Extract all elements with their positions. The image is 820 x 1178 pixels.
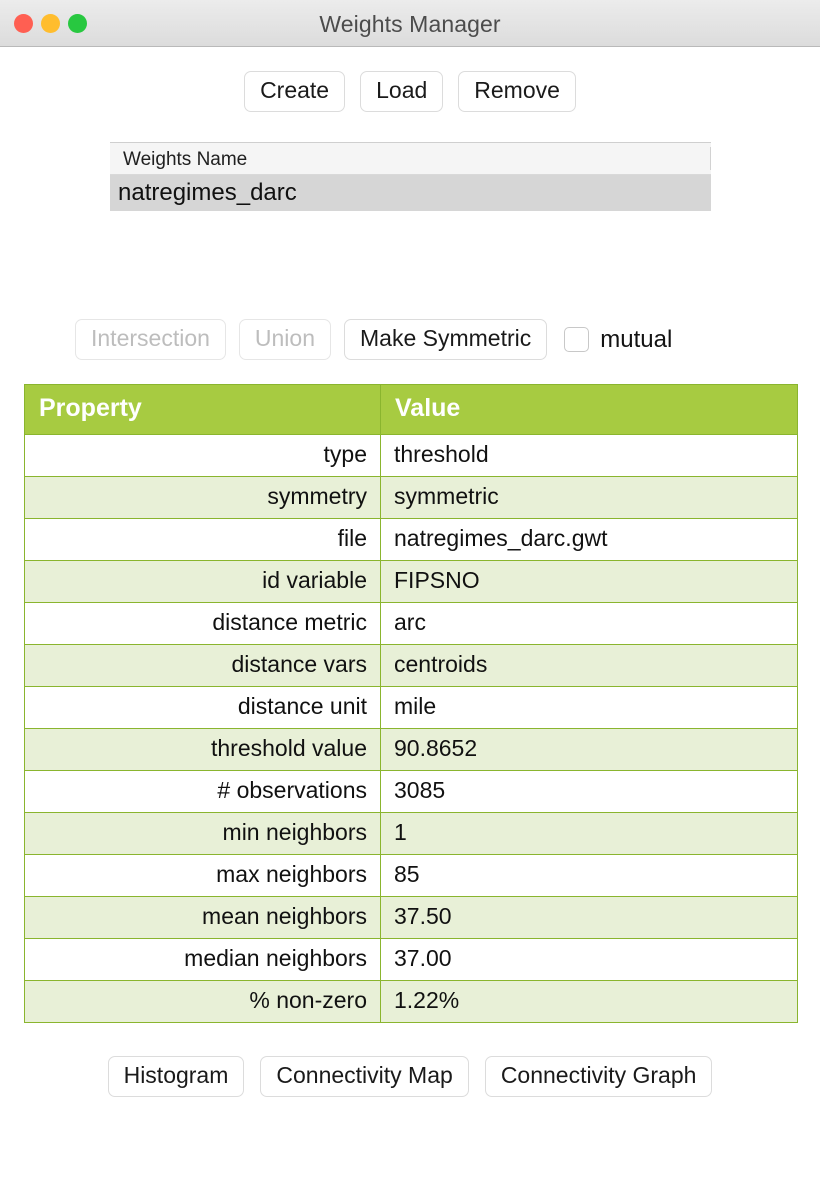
- mutual-checkbox[interactable]: [564, 327, 590, 353]
- remove-button[interactable]: Remove: [458, 71, 576, 113]
- property-name-cell: file: [24, 518, 381, 562]
- property-name-cell: id variable: [24, 560, 381, 604]
- weights-properties-table: Property Value type threshold symmetry symm…: [24, 384, 798, 1024]
- property-value-cell: symmetric: [380, 476, 798, 520]
- intersection-button[interactable]: Intersection: [75, 319, 226, 361]
- table-row[interactable]: median neighbors 37.00: [24, 938, 798, 982]
- property-name-cell: distance vars: [24, 644, 381, 688]
- mutual-checkbox-group[interactable]: mutual: [564, 326, 672, 354]
- property-name-cell: min neighbors: [24, 812, 381, 856]
- weights-list-item-natregimes-darc[interactable]: natregimes_darc: [110, 175, 711, 212]
- table-row[interactable]: distance unit mile: [24, 686, 798, 730]
- property-value-cell: 85: [380, 854, 798, 898]
- set-operations-toolbar: Intersection Union Make Symmetric mutual: [0, 319, 820, 361]
- property-value-cell: mile: [380, 686, 798, 730]
- property-value-cell: 37.00: [380, 938, 798, 982]
- table-row[interactable]: % non-zero 1.22%: [24, 980, 798, 1024]
- table-row[interactable]: threshold value 90.8652: [24, 728, 798, 772]
- weights-list: Weights Name natregimes_darc: [110, 142, 711, 212]
- value-column-header[interactable]: Value: [380, 384, 798, 436]
- table-row[interactable]: distance metric arc: [24, 602, 798, 646]
- table-row[interactable]: id variable FIPSNO: [24, 560, 798, 604]
- union-button[interactable]: Union: [238, 319, 332, 361]
- property-value-cell: 37.50: [380, 896, 798, 940]
- table-row[interactable]: mean neighbors 37.50: [24, 896, 798, 940]
- property-name-cell: mean neighbors: [24, 896, 381, 940]
- table-row[interactable]: distance vars centroids: [24, 644, 798, 688]
- table-row[interactable]: file natregimes_darc.gwt: [24, 518, 798, 562]
- table-row[interactable]: max neighbors 85: [24, 854, 798, 898]
- property-name-cell: threshold value: [24, 728, 381, 772]
- property-value-cell: 90.8652: [380, 728, 798, 772]
- property-value-cell: threshold: [380, 434, 798, 478]
- property-value-cell: 3085: [380, 770, 798, 814]
- weights-actions-toolbar: Create Load Remove: [0, 71, 820, 113]
- visualization-toolbar: Histogram Connectivity Map Connectivity …: [0, 1056, 820, 1098]
- property-name-cell: % non-zero: [24, 980, 381, 1024]
- property-name-cell: median neighbors: [24, 938, 381, 982]
- connectivity-graph-button[interactable]: Connectivity Graph: [484, 1056, 713, 1098]
- weights-list-item-label: natregimes_darc: [118, 179, 297, 207]
- weights-list-header[interactable]: Weights Name: [110, 142, 711, 176]
- make-symmetric-button[interactable]: Make Symmetric: [344, 319, 548, 361]
- column-divider: [710, 147, 711, 171]
- properties-header-row: Property Value: [24, 384, 798, 436]
- histogram-button[interactable]: Histogram: [107, 1056, 245, 1098]
- table-row[interactable]: # observations 3085: [24, 770, 798, 814]
- connectivity-map-button[interactable]: Connectivity Map: [260, 1056, 469, 1098]
- property-value-cell: arc: [380, 602, 798, 646]
- property-value-cell: FIPSNO: [380, 560, 798, 604]
- load-button[interactable]: Load: [360, 71, 444, 113]
- property-value-cell: natregimes_darc.gwt: [380, 518, 798, 562]
- properties-table-head: Property Value: [24, 384, 798, 436]
- properties-table-body: type threshold symmetry symmetric file natreg…: [24, 434, 798, 1024]
- table-row[interactable]: symmetry symmetric: [24, 476, 798, 520]
- weights-name-column-header: Weights Name: [123, 149, 248, 171]
- property-name-cell: symmetry: [24, 476, 381, 520]
- property-name-cell: distance unit: [24, 686, 381, 730]
- property-value-cell: 1.22%: [380, 980, 798, 1024]
- property-name-cell: distance metric: [24, 602, 381, 646]
- property-name-cell: # observations: [24, 770, 381, 814]
- window-title: Weights Manager: [319, 11, 501, 37]
- property-value-cell: 1: [380, 812, 798, 856]
- table-row[interactable]: type threshold: [24, 434, 798, 478]
- property-value-cell: centroids: [380, 644, 798, 688]
- property-name-cell: max neighbors: [24, 854, 381, 898]
- mutual-checkbox-label: mutual: [600, 325, 673, 353]
- table-row[interactable]: min neighbors 1: [24, 812, 798, 856]
- property-name-cell: type: [24, 434, 381, 478]
- window-titlebar: Weights Manager: [0, 0, 820, 47]
- create-button[interactable]: Create: [244, 71, 346, 113]
- property-column-header[interactable]: Property: [24, 384, 381, 436]
